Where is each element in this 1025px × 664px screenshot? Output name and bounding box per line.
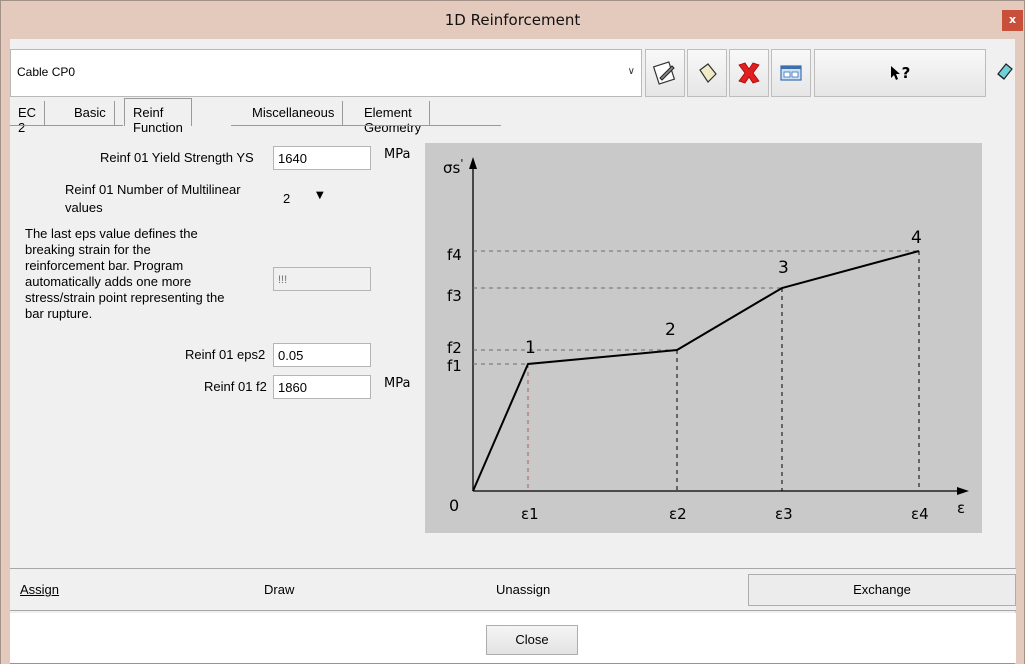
- delete-x-icon: [738, 62, 760, 84]
- point-label-1: 1: [525, 338, 536, 358]
- note-line: reinforcement bar. Program: [25, 258, 184, 273]
- edit-button[interactable]: [645, 49, 685, 97]
- x-tick-eps3: ε3: [775, 505, 793, 523]
- eraser-button[interactable]: [995, 61, 1015, 81]
- x-axis-label: ε: [957, 499, 965, 517]
- chevron-down-icon[interactable]: ∨: [628, 66, 635, 77]
- tab-divider-left: [10, 125, 123, 126]
- y-tick-f1: f1: [447, 357, 462, 375]
- eraser-icon: [997, 63, 1013, 80]
- window-border-left: [1, 39, 10, 664]
- origin-label: 0: [449, 496, 459, 515]
- yield-unit: MPa: [384, 147, 411, 162]
- y-tick-f4: f4: [447, 246, 462, 264]
- note-line: automatically adds one more: [25, 274, 192, 289]
- tab-ec2[interactable]: EC 2: [10, 101, 46, 135]
- draw-button[interactable]: Draw: [264, 582, 294, 597]
- unassign-button[interactable]: Unassign: [496, 582, 550, 597]
- tab-miscellaneous[interactable]: Miscellaneous: [244, 101, 344, 125]
- unassign-label: Unassign: [496, 582, 551, 597]
- combo-value: Cable CP0: [17, 65, 76, 79]
- point-label-3: 3: [778, 258, 789, 278]
- f2-unit: MPa: [384, 376, 411, 391]
- delete-button[interactable]: [729, 49, 769, 97]
- x-axis-arrow: [957, 487, 969, 495]
- dialog-window: 1D Reinforcement x Cable CP0 ∨ ? EC 2 Ba…: [0, 0, 1025, 664]
- eps2-input[interactable]: 0.05: [273, 343, 371, 367]
- stress-strain-curve: [472, 250, 920, 492]
- assign-label: Assign: [20, 582, 60, 597]
- tab-basic[interactable]: Basic: [66, 101, 115, 125]
- tab-reinf-function[interactable]: Reinf Function: [124, 98, 192, 135]
- note-line: stress/strain point representing the: [25, 290, 225, 305]
- y-axis-arrow: [469, 157, 477, 169]
- multilinear-dropdown[interactable]: 2 ▼: [273, 187, 333, 209]
- help-question-mark: ?: [901, 64, 911, 82]
- object-select-combo[interactable]: Cable CP0 ∨: [10, 49, 642, 97]
- f2-label: Reinf 01 f2: [204, 379, 267, 394]
- toolbar: Cable CP0 ∨ ?: [10, 49, 1015, 97]
- guide-lines: [473, 250, 920, 491]
- exchange-button[interactable]: Exchange: [748, 574, 1016, 606]
- draw-label: Draw: [264, 582, 295, 597]
- context-help-button[interactable]: ?: [814, 49, 986, 97]
- edit-pencil-icon: [652, 61, 676, 85]
- x-tick-eps2: ε2: [669, 505, 687, 523]
- note-line: bar rupture.: [25, 306, 93, 321]
- action-bar: Assign Draw Unassign Exchange: [10, 568, 1016, 611]
- properties-window-icon: [780, 65, 802, 81]
- tab-divider-right: [231, 125, 501, 126]
- window-border-right: [1015, 39, 1024, 664]
- note-disabled-field: !!!: [273, 267, 371, 291]
- help-arrow-icon: [890, 66, 900, 80]
- new-document-icon: [699, 63, 717, 83]
- window-title: 1D Reinforcement: [444, 11, 581, 29]
- note-line: breaking strain for the: [25, 242, 151, 257]
- footer: Close: [10, 613, 1016, 663]
- y-tick-f3: f3: [447, 287, 462, 305]
- multilinear-label-line2: values: [65, 200, 103, 215]
- assign-button[interactable]: Assign: [20, 582, 59, 597]
- new-button[interactable]: [687, 49, 727, 97]
- yield-strength-label: Reinf 01 Yield Strength YS: [100, 150, 254, 165]
- window-close-button[interactable]: x: [1002, 10, 1023, 31]
- point-label-4: 4: [911, 228, 922, 248]
- note-line: The last eps value defines the: [25, 226, 198, 241]
- tab-element-geometry[interactable]: Element Geometry: [356, 101, 431, 135]
- title-bar[interactable]: 1D Reinforcement x: [1, 1, 1024, 39]
- yield-strength-input[interactable]: 1640: [273, 146, 371, 170]
- multilinear-label-line1: Reinf 01 Number of Multilinear: [65, 182, 241, 197]
- stress-strain-diagram: σs' ε 0 f1 f2 f3 f4 ε1 ε2 ε3 ε4 1 2 3 4: [425, 143, 982, 533]
- y-tick-f2: f2: [447, 339, 462, 357]
- point-label-2: 2: [665, 320, 676, 340]
- x-tick-eps1: ε1: [521, 505, 539, 523]
- eps2-label: Reinf 01 eps2: [185, 347, 266, 362]
- multilinear-value: 2: [283, 191, 291, 206]
- close-button[interactable]: Close: [486, 625, 578, 655]
- y-axis-label: σs': [443, 157, 463, 177]
- f2-input[interactable]: 1860: [273, 375, 371, 399]
- properties-button[interactable]: [771, 49, 811, 97]
- diagram-svg: σs' ε 0 f1 f2 f3 f4 ε1 ε2 ε3 ε4 1 2 3 4: [443, 157, 969, 523]
- dropdown-arrow-icon: ▼: [316, 190, 324, 201]
- x-tick-eps4: ε4: [911, 505, 929, 523]
